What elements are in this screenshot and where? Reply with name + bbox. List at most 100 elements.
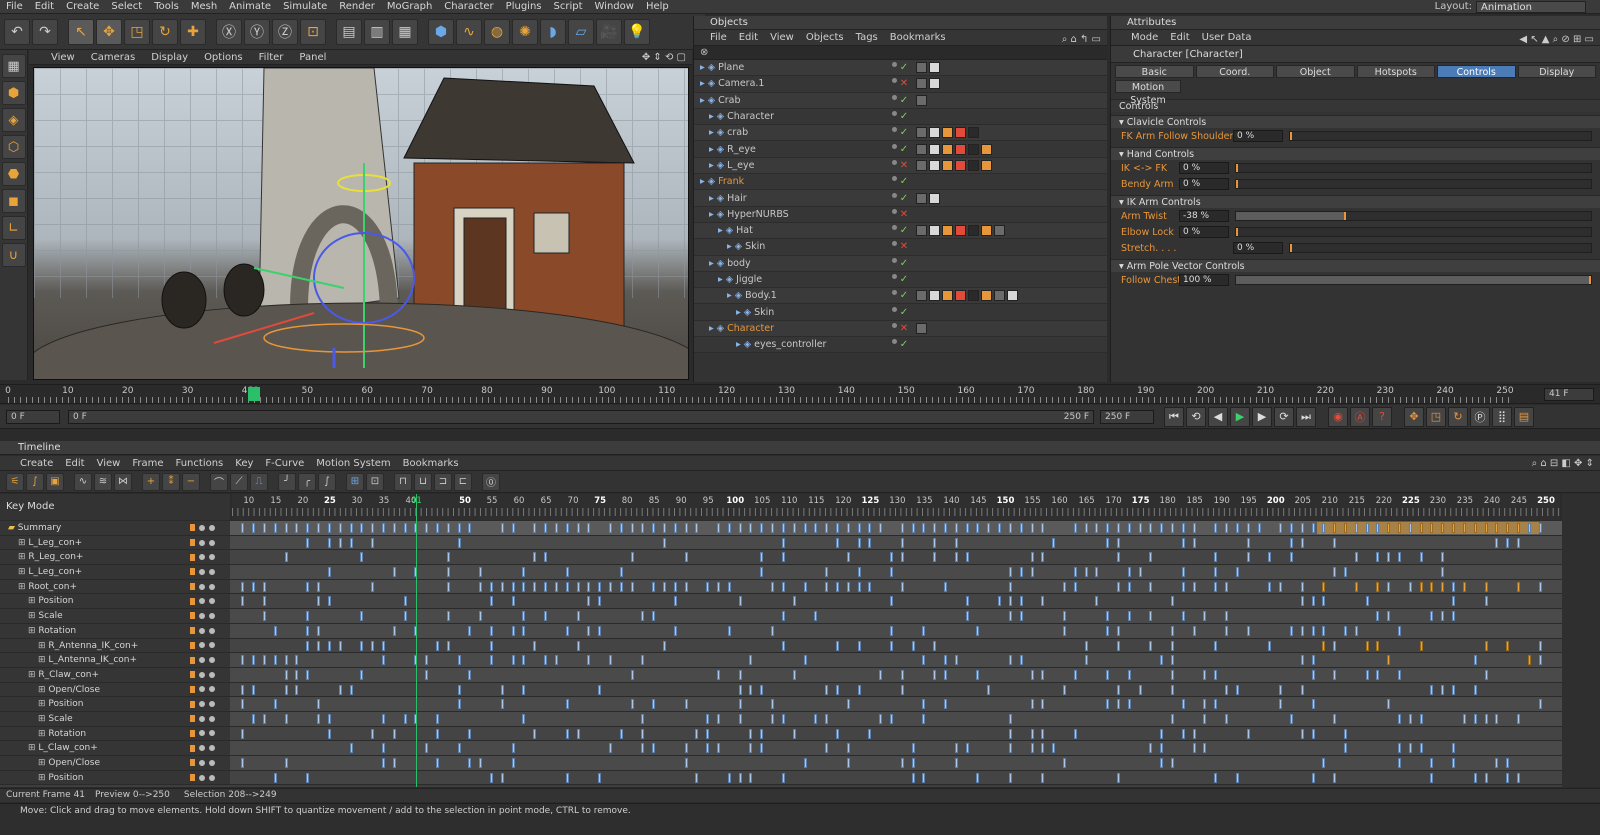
menu-render[interactable]: Render (333, 0, 381, 14)
keyframe[interactable] (1441, 567, 1445, 578)
x-axis-icon[interactable]: Ⓧ (216, 18, 242, 45)
keyframe[interactable] (1311, 728, 1315, 739)
keyframe[interactable] (738, 713, 742, 724)
track-solo-icon[interactable] (190, 612, 195, 620)
keyframe[interactable] (1041, 596, 1045, 607)
keyframe[interactable] (381, 743, 385, 754)
object-visibility-flags[interactable]: ✓ (884, 111, 916, 122)
keyframe[interactable] (252, 581, 256, 592)
object-tag-icon[interactable] (981, 290, 992, 302)
track-name[interactable]: ⊞ Open/Close (0, 682, 186, 697)
keyframe[interactable] (1171, 669, 1175, 680)
tab-basic[interactable]: Basic (1115, 65, 1194, 78)
expand-icon[interactable]: ⊞ (18, 538, 28, 548)
keyframe[interactable] (911, 758, 915, 768)
keyframe[interactable] (1408, 581, 1412, 592)
keyframe[interactable] (835, 581, 839, 592)
keyframe[interactable] (1171, 523, 1175, 533)
keyframe[interactable] (317, 523, 321, 533)
object-tag-icon[interactable] (929, 78, 940, 90)
keyframe[interactable] (879, 523, 883, 533)
object-row-name[interactable]: ▸ ◈ Character (694, 323, 884, 334)
keyframe[interactable] (273, 655, 277, 666)
keyframe[interactable] (1279, 699, 1283, 710)
keyframe[interactable] (1214, 552, 1218, 563)
keyframe[interactable] (457, 537, 461, 548)
disabled-x-icon[interactable]: ✕ (900, 241, 908, 252)
3d-viewport[interactable] (33, 67, 689, 380)
attr-slider[interactable] (1235, 211, 1592, 221)
object-tag-icon[interactable] (994, 225, 1005, 237)
break-tangent-icon[interactable]: ⊔ (414, 472, 432, 491)
track-lock-icon[interactable] (209, 701, 215, 708)
keyframe[interactable] (446, 640, 450, 651)
keyframe[interactable] (792, 596, 796, 607)
keyframe[interactable] (717, 713, 721, 724)
enabled-check-icon[interactable]: ✓ (900, 193, 908, 204)
keyframe[interactable] (1300, 523, 1304, 533)
keyframe[interactable] (1181, 611, 1185, 622)
keyframe[interactable] (976, 772, 980, 783)
keyframe[interactable] (1041, 669, 1045, 680)
keyframe[interactable] (1192, 625, 1196, 636)
attr-slider[interactable] (1235, 227, 1592, 237)
track-name[interactable]: ⊞ R_Claw_con+ (0, 667, 186, 682)
attr-value-field[interactable]: 0 % (1179, 162, 1229, 174)
object-row[interactable]: ▸ ◈ crab ✓ (694, 125, 1107, 142)
keyframe[interactable] (749, 523, 753, 533)
tab-display[interactable]: Display (1517, 65, 1596, 78)
keyframe[interactable] (522, 611, 526, 622)
play-icon[interactable]: ▶ (1230, 406, 1250, 427)
nurbs-icon[interactable]: ◍ (484, 18, 510, 45)
keyframe[interactable] (1149, 523, 1153, 533)
keyframe[interactable] (317, 581, 321, 592)
axis-mode-icon[interactable]: ∟ (1, 216, 26, 240)
keyframe[interactable] (619, 567, 623, 578)
keyframe[interactable] (1430, 581, 1434, 592)
attributes-menu-user-data[interactable]: User Data (1196, 30, 1258, 46)
keyframe[interactable] (1441, 581, 1445, 592)
tab-object[interactable]: Object (1276, 65, 1355, 78)
track-keys[interactable] (230, 535, 1562, 550)
object-row-name[interactable]: ▸ ◈ HyperNURBS (694, 209, 884, 220)
object-visibility-flags[interactable]: ✓ (884, 127, 916, 138)
track-row[interactable]: ⊞ Scale (0, 609, 1562, 624)
keyframe[interactable] (1484, 669, 1488, 680)
track-lock-icon[interactable] (209, 730, 215, 737)
object-tag-icon[interactable] (916, 159, 927, 171)
object-tag-icon[interactable] (929, 127, 940, 139)
enabled-check-icon[interactable]: ✓ (900, 339, 908, 350)
keyframe[interactable] (381, 655, 385, 666)
track-mute-icon[interactable] (199, 657, 205, 664)
keyframe[interactable] (263, 596, 267, 607)
keyframe[interactable] (241, 655, 245, 666)
keyframe[interactable] (306, 611, 310, 622)
record-parameter-icon[interactable]: Ⓟ (1470, 406, 1490, 427)
keyframe[interactable] (1333, 523, 1337, 533)
expand-icon[interactable]: ⊞ (28, 596, 38, 606)
keyframe[interactable] (1171, 596, 1175, 607)
expand-icon[interactable]: ⊞ (18, 552, 28, 562)
object-tag-icon[interactable] (955, 290, 966, 302)
keyframe[interactable] (619, 728, 623, 739)
keyframe[interactable] (1322, 625, 1326, 636)
keyframe[interactable] (1073, 567, 1077, 578)
z-axis-icon[interactable]: Ⓩ (272, 18, 298, 45)
keyframe[interactable] (1008, 728, 1012, 739)
keyframe[interactable] (1149, 743, 1153, 754)
keyframe[interactable] (846, 699, 850, 710)
keyframe[interactable] (738, 669, 742, 680)
undo-icon[interactable]: ↶ (4, 18, 30, 45)
object-row-name[interactable]: ▸ ◈ Frank (694, 176, 884, 187)
keyframe[interactable] (306, 537, 310, 548)
keyframe[interactable] (1106, 537, 1110, 548)
disabled-x-icon[interactable]: ✕ (900, 78, 908, 89)
track-solo-icon[interactable] (190, 744, 195, 752)
keyframe[interactable] (284, 684, 288, 695)
keyframe[interactable] (868, 523, 872, 533)
keyframe[interactable] (1019, 567, 1023, 578)
editor-visibility-dot[interactable] (891, 274, 897, 279)
track-row[interactable]: ⊞ Rotation (0, 623, 1562, 639)
keyframe[interactable] (241, 596, 245, 607)
keyframe[interactable] (1160, 758, 1164, 768)
